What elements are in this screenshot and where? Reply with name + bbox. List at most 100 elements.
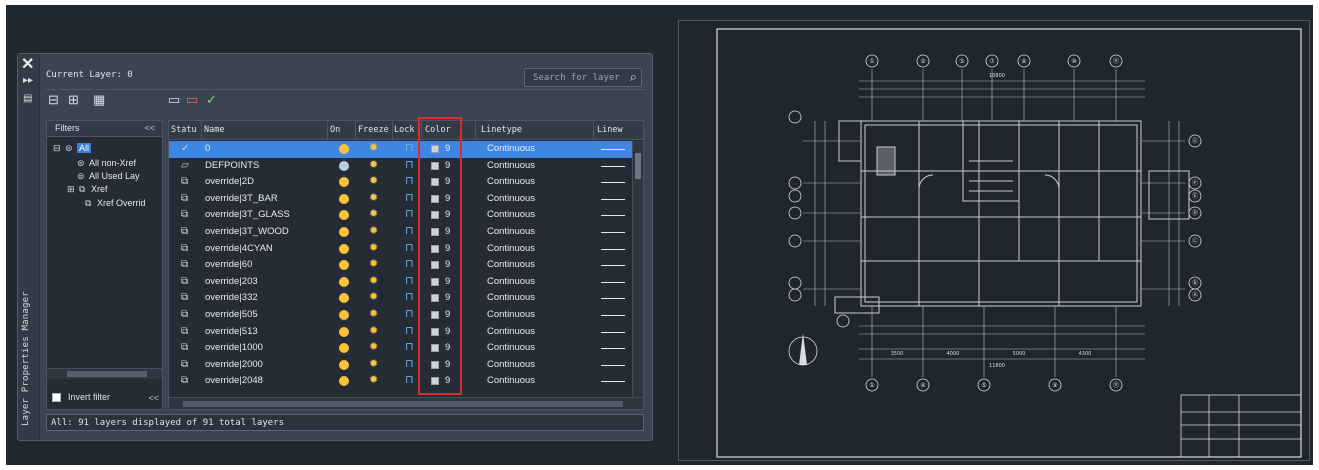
table-vscrollbar[interactable]	[632, 141, 643, 399]
lineweight-sample[interactable]	[601, 364, 625, 366]
collapse-button[interactable]: <<	[148, 393, 159, 403]
scroll-thumb[interactable]	[183, 401, 623, 407]
unlock-icon[interactable]: ⊓	[405, 274, 414, 287]
layer-name[interactable]: override|1000	[205, 342, 263, 353]
lineweight-sample[interactable]	[601, 381, 625, 383]
drawing-canvas[interactable]: 10800 11800 3500 4000 5000 4300 ① ③ ⑤ ⑦ …	[678, 20, 1310, 461]
expand-icon[interactable]: ⊞	[67, 184, 79, 195]
layer-color[interactable]: 9	[445, 292, 450, 303]
table-hscrollbar[interactable]	[169, 397, 643, 409]
col-name[interactable]: Name	[204, 125, 224, 135]
lineweight-sample[interactable]	[601, 248, 625, 250]
sun-freeze-icon[interactable]: ✹	[369, 174, 378, 187]
color-swatch[interactable]	[431, 277, 439, 286]
layer-color[interactable]: 9	[445, 243, 450, 254]
color-swatch[interactable]	[431, 211, 439, 220]
sun-freeze-icon[interactable]: ✹	[369, 191, 378, 204]
sun-freeze-icon[interactable]: ✹	[369, 257, 378, 270]
lightbulb-icon[interactable]	[339, 226, 349, 237]
lightbulb-icon[interactable]	[339, 177, 349, 188]
sun-freeze-icon[interactable]: ✹	[369, 274, 378, 287]
col-on[interactable]: On	[330, 125, 340, 135]
layer-color[interactable]: 9	[445, 193, 450, 204]
lineweight-sample[interactable]	[601, 298, 625, 300]
layer-name[interactable]: override|2D	[205, 176, 254, 187]
layer-name[interactable]: DEFPOINTS	[205, 160, 259, 171]
layer-linetype[interactable]: Continuous	[487, 243, 535, 254]
lightbulb-icon[interactable]	[339, 193, 349, 204]
filter-all-non-xref[interactable]: ⊜ All non-Xref	[77, 158, 136, 169]
table-row[interactable]: ⧉ override|3T_GLASS ✹ ⊓ 9 Continuous	[169, 207, 643, 224]
color-swatch[interactable]	[431, 178, 439, 187]
search-input[interactable]: Search for layer ⌕	[524, 68, 642, 87]
lightbulb-icon[interactable]	[339, 160, 349, 171]
column-divider[interactable]	[475, 121, 476, 140]
color-swatch[interactable]	[431, 161, 439, 170]
lightbulb-icon[interactable]	[339, 276, 349, 287]
column-divider[interactable]	[392, 121, 393, 140]
layer-name[interactable]: override|203	[205, 276, 258, 287]
lightbulb-icon[interactable]	[339, 293, 349, 304]
lightbulb-icon[interactable]	[339, 359, 349, 370]
unlock-icon[interactable]: ⊓	[405, 307, 414, 320]
color-swatch[interactable]	[431, 244, 439, 253]
unlock-icon[interactable]: ⊓	[405, 257, 414, 270]
layer-color[interactable]: 9	[445, 359, 450, 370]
color-swatch[interactable]	[431, 344, 439, 353]
lineweight-sample[interactable]	[601, 348, 625, 350]
filters-scrollbar[interactable]	[47, 368, 162, 379]
table-row[interactable]: ⧉ override|2048 ✹ ⊓ 9 Continuous	[169, 373, 643, 390]
layer-linetype[interactable]: Continuous	[487, 193, 535, 204]
layer-linetype[interactable]: Continuous	[487, 342, 535, 353]
color-swatch[interactable]	[431, 194, 439, 203]
sun-freeze-icon[interactable]: ✹	[369, 241, 378, 254]
layer-name[interactable]: override|332	[205, 292, 258, 303]
sun-freeze-icon[interactable]: ✹	[369, 158, 378, 171]
lineweight-sample[interactable]	[601, 182, 625, 184]
unlock-icon[interactable]: ⊓	[405, 241, 414, 254]
scroll-thumb[interactable]	[635, 153, 641, 179]
color-swatch[interactable]	[431, 377, 439, 386]
table-row[interactable]: ⧉ override|3T_BAR ✹ ⊓ 9 Continuous	[169, 191, 643, 208]
sun-freeze-icon[interactable]: ✹	[369, 290, 378, 303]
color-swatch[interactable]	[431, 294, 439, 303]
properties-icon[interactable]: ▤	[23, 94, 35, 104]
lineweight-sample[interactable]	[601, 198, 625, 200]
layer-color[interactable]: 9	[445, 160, 450, 171]
layer-linetype[interactable]: Continuous	[487, 160, 535, 171]
sun-freeze-icon[interactable]: ✹	[369, 224, 378, 237]
layer-color[interactable]: 9	[445, 176, 450, 187]
lineweight-sample[interactable]	[601, 231, 625, 233]
lineweight-sample[interactable]	[601, 149, 625, 150]
layer-color[interactable]: 9	[445, 309, 450, 320]
col-lineweight[interactable]: Linew	[597, 125, 623, 135]
table-row[interactable]: ⧉ override|513 ✹ ⊓ 9 Continuous	[169, 324, 643, 341]
table-row[interactable]: ⧉ override|60 ✹ ⊓ 9 Continuous	[169, 257, 643, 274]
delete-layer-icon[interactable]: ▭	[186, 92, 198, 108]
color-swatch[interactable]	[431, 360, 439, 369]
color-swatch[interactable]	[431, 261, 439, 270]
layer-name[interactable]: override|60	[205, 259, 252, 270]
sun-freeze-icon[interactable]: ✹	[369, 373, 378, 386]
color-swatch[interactable]	[431, 227, 439, 236]
sun-freeze-icon[interactable]: ✹	[369, 340, 378, 353]
sun-freeze-icon[interactable]: ✹	[369, 307, 378, 320]
layer-linetype[interactable]: Continuous	[487, 326, 535, 337]
table-row[interactable]: ⧉ override|332 ✹ ⊓ 9 Continuous	[169, 290, 643, 307]
layer-color[interactable]: 9	[445, 209, 450, 220]
lineweight-sample[interactable]	[601, 165, 625, 167]
layer-name[interactable]: override|3T_BAR	[205, 193, 278, 204]
close-icon[interactable]: ✕	[21, 57, 34, 73]
lightbulb-icon[interactable]	[339, 144, 349, 154]
table-row[interactable]: ⧉ override|3T_WOOD ✹ ⊓ 9 Continuous	[169, 224, 643, 241]
layer-color[interactable]: 9	[445, 259, 450, 270]
lineweight-sample[interactable]	[601, 331, 625, 333]
table-row[interactable]: ⧉ override|505 ✹ ⊓ 9 Continuous	[169, 307, 643, 324]
layer-name[interactable]: override|2048	[205, 375, 263, 386]
layer-color[interactable]: 9	[445, 326, 450, 337]
table-row[interactable]: ⧉ override|203 ✹ ⊓ 9 Continuous	[169, 274, 643, 291]
table-row[interactable]: ⧉ override|2D ✹ ⊓ 9 Continuous	[169, 174, 643, 191]
layer-color[interactable]: 9	[445, 276, 450, 287]
layer-linetype[interactable]: Continuous	[487, 143, 535, 154]
col-freeze[interactable]: Freeze	[358, 125, 389, 135]
